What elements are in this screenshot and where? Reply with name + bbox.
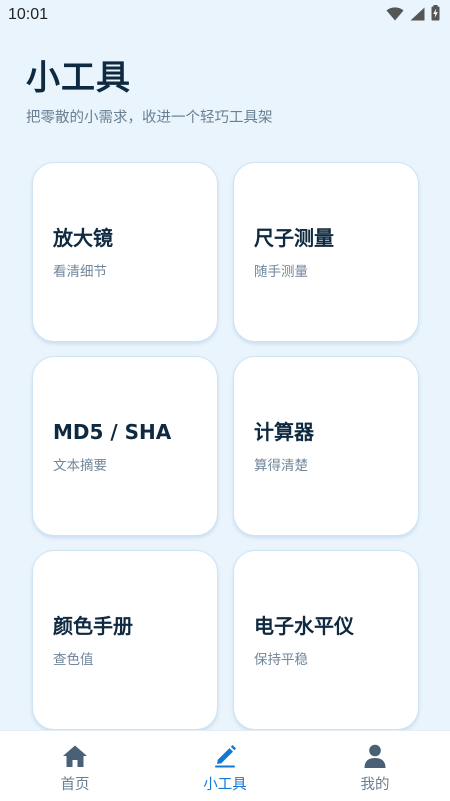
tool-card-ruler[interactable]: 尺子测量 随手测量 <box>233 162 419 342</box>
tool-card-color-book[interactable]: 颜色手册 查色值 <box>32 550 218 730</box>
tool-grid: 放大镜 看清细节 尺子测量 随手测量 MD5 / SHA 文本摘要 计算器 算得… <box>32 162 419 730</box>
page-title: 小工具 <box>26 58 131 98</box>
page-header: 小工具 把零散的小需求，收进一个轻巧工具架 <box>26 58 273 128</box>
tool-card-desc: 看清细节 <box>53 264 107 280</box>
tool-card-calculator[interactable]: 计算器 算得清楚 <box>233 356 419 536</box>
tool-card-desc: 查色值 <box>53 652 94 668</box>
tool-card-magnifier[interactable]: 放大镜 看清细节 <box>32 162 218 342</box>
tool-card-title: 计算器 <box>254 420 314 444</box>
status-time: 10:01 <box>8 6 49 23</box>
page-subtitle: 把零散的小需求，收进一个轻巧工具架 <box>26 110 273 126</box>
nav-item-profile[interactable]: 我的 <box>300 731 450 801</box>
tool-card-level[interactable]: 电子水平仪 保持平稳 <box>233 550 419 730</box>
home-icon <box>62 743 88 769</box>
nav-item-tools[interactable]: 小工具 <box>150 731 300 801</box>
tool-card-desc: 保持平稳 <box>254 652 308 668</box>
bottom-nav: 首页 小工具 我的 <box>0 730 450 801</box>
nav-label-profile: 我的 <box>360 777 390 793</box>
tool-card-title: 尺子测量 <box>254 226 334 250</box>
tool-card-title: 电子水平仪 <box>254 614 354 638</box>
nav-label-home: 首页 <box>60 777 90 793</box>
nav-item-home[interactable]: 首页 <box>0 731 150 801</box>
user-icon <box>362 743 388 769</box>
tool-card-title: 颜色手册 <box>53 614 133 638</box>
nav-label-tools: 小工具 <box>203 777 247 793</box>
tool-card-title: 放大镜 <box>53 226 113 250</box>
edit-pencil-icon <box>212 743 238 769</box>
tool-card-hash[interactable]: MD5 / SHA 文本摘要 <box>32 356 218 536</box>
tool-card-desc: 随手测量 <box>254 264 308 280</box>
status-icons <box>386 5 440 25</box>
tool-card-desc: 算得清楚 <box>254 458 308 474</box>
tool-card-desc: 文本摘要 <box>53 458 107 474</box>
cellular-signal-icon <box>410 6 425 25</box>
wifi-icon <box>386 6 404 25</box>
tool-card-title: MD5 / SHA <box>53 420 172 444</box>
status-bar: 10:01 <box>0 0 450 30</box>
battery-charging-icon <box>431 5 440 25</box>
